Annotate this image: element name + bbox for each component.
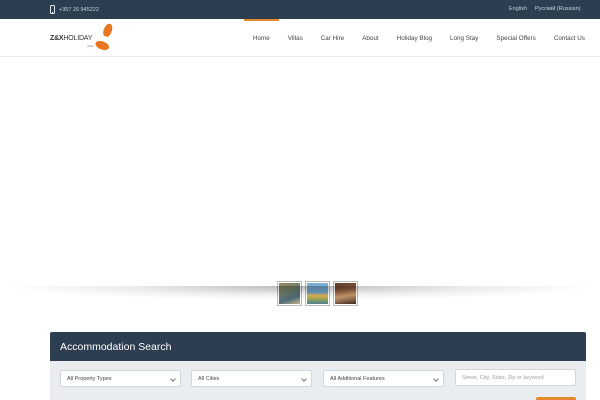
main-navigation: Home Villas Car Hire About Holiday Blog … xyxy=(244,19,594,57)
nav-contact-us[interactable]: Contact Us xyxy=(545,19,594,57)
city-select[interactable]: All Cities xyxy=(191,370,312,387)
language-english[interactable]: English xyxy=(509,6,527,12)
nav-special-offers[interactable]: Special Offers xyxy=(487,19,544,57)
nav-car-hire[interactable]: Car Hire xyxy=(312,19,353,57)
slider-shadow xyxy=(0,286,600,300)
city-value: All Cities xyxy=(198,375,220,382)
nav-villas[interactable]: Villas xyxy=(279,19,312,57)
nav-long-stay[interactable]: Long Stay xyxy=(441,19,487,57)
site-logo[interactable]: Z&XHOLIDAY villas xyxy=(50,23,120,53)
nav-about[interactable]: About xyxy=(353,19,387,57)
phone-number: +357 26 945222 xyxy=(59,6,99,13)
keyword-input[interactable] xyxy=(455,369,576,386)
nav-holiday-blog[interactable]: Holiday Blog xyxy=(388,19,441,57)
language-russian[interactable]: Русский (Russian) xyxy=(535,6,580,12)
features-value: All Additional Features xyxy=(330,375,385,382)
phone-contact[interactable]: +357 26 945222 xyxy=(50,4,99,15)
main-header: Z&XHOLIDAY villas Home Villas Car Hire A… xyxy=(0,19,600,57)
property-type-select[interactable]: All Property Types xyxy=(60,370,181,387)
features-select[interactable]: All Additional Features xyxy=(323,370,444,387)
orange-flower-logo-icon xyxy=(95,23,113,50)
chevron-down-icon xyxy=(433,376,439,382)
search-form: All Property Types All Cities All Additi… xyxy=(50,361,586,400)
hero-slider xyxy=(0,57,600,306)
top-bar: +357 26 945222 English Русский (Russian) xyxy=(0,0,600,19)
logo-text: Z&XHOLIDAY xyxy=(50,35,93,42)
chevron-down-icon xyxy=(301,376,307,382)
chevron-down-icon xyxy=(170,376,176,382)
nav-home[interactable]: Home xyxy=(244,19,279,57)
accommodation-search-panel: Accommodation Search All Property Types … xyxy=(50,332,586,400)
search-title: Accommodation Search xyxy=(50,332,586,361)
property-type-value: All Property Types xyxy=(67,375,112,382)
mobile-phone-icon xyxy=(50,5,55,14)
